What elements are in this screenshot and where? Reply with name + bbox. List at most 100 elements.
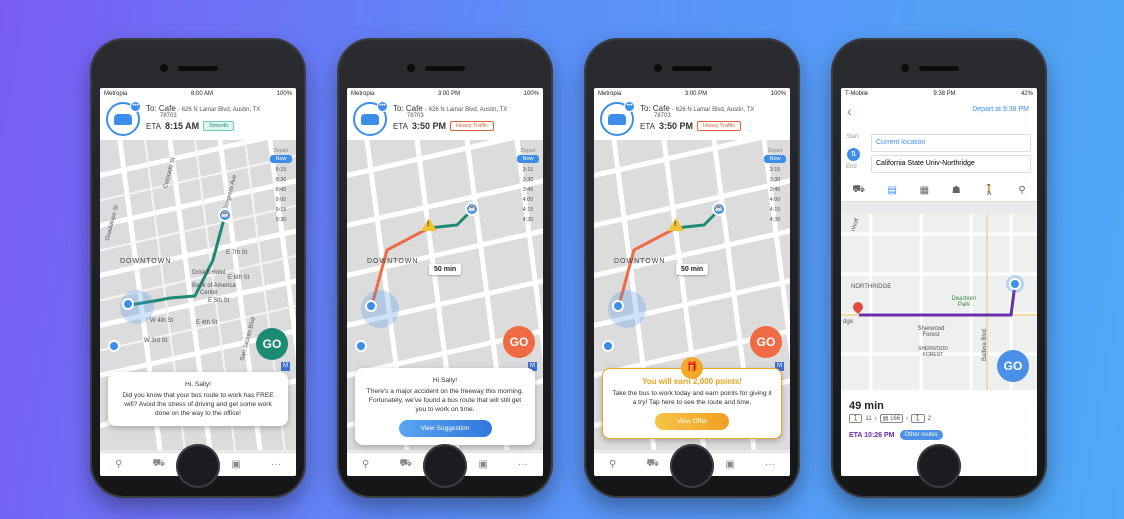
- time-slot[interactable]: 9:00: [270, 195, 292, 205]
- departure-timeline[interactable]: Depart Now 3:15 3:30 3:45 4:00 4:15 4:30: [764, 148, 786, 225]
- card-greeting: Hi Sally!: [432, 377, 458, 384]
- vehicle-avatar[interactable]: •••: [600, 101, 635, 136]
- metro-icon: M: [281, 362, 290, 371]
- now-slot[interactable]: Now: [764, 155, 786, 163]
- time-slot[interactable]: 8:30: [270, 175, 292, 185]
- current-location-icon[interactable]: [1009, 278, 1021, 290]
- more-icon[interactable]: ···: [765, 459, 775, 470]
- end-label: End: [846, 164, 857, 170]
- map-label: W 3rd St: [144, 338, 168, 344]
- duration-label: 50 min: [429, 264, 462, 275]
- speaker: [919, 66, 959, 71]
- coffee-pin-icon[interactable]: ☕: [218, 208, 232, 222]
- go-button[interactable]: GO: [256, 328, 288, 360]
- trip-header: ••• To: Cafe - 626 N Lamar Blvd, Austin,…: [100, 100, 296, 140]
- time-slot[interactable]: 4:30: [764, 215, 786, 225]
- car-pin-icon[interactable]: [122, 298, 134, 310]
- time-slot[interactable]: 4:00: [764, 195, 786, 205]
- now-slot[interactable]: Now: [517, 155, 539, 163]
- compass-icon[interactable]: [108, 340, 120, 352]
- travel-mode-bar: ⛟ ▤ ▦ ☗ 🚶 ⚲: [841, 180, 1037, 202]
- car-icon[interactable]: ⛟: [152, 458, 165, 471]
- more-icon[interactable]: •••: [624, 101, 635, 112]
- time-slot[interactable]: 3:45: [764, 185, 786, 195]
- search-icon[interactable]: ⚲: [609, 459, 616, 470]
- other-routes-button[interactable]: Other routes: [899, 430, 943, 440]
- car-pin-icon[interactable]: [365, 300, 377, 312]
- car-pin-icon[interactable]: [612, 300, 624, 312]
- message-card[interactable]: Hi Sally! There's a major accident on th…: [355, 368, 535, 445]
- more-icon[interactable]: •••: [130, 101, 141, 112]
- home-button[interactable]: [917, 444, 961, 488]
- bike-mode-icon[interactable]: ⚲: [1018, 185, 1025, 196]
- more-icon[interactable]: ···: [518, 459, 528, 470]
- walk-mode-icon[interactable]: 🚶: [983, 185, 995, 196]
- view-suggestion-button[interactable]: View Suggestion: [398, 420, 492, 437]
- destination-zip: 78703: [654, 113, 671, 119]
- go-button[interactable]: GO: [503, 326, 535, 358]
- time-slot[interactable]: 3:30: [517, 175, 539, 185]
- bus-leg: ▤ 166: [879, 414, 904, 423]
- map-label: W 4th St: [150, 318, 174, 324]
- time-slot[interactable]: 4:15: [764, 205, 786, 215]
- car-icon[interactable]: ⛟: [399, 458, 412, 471]
- rideshare-mode-icon[interactable]: ☗: [952, 185, 961, 196]
- accident-warning-icon[interactable]: !: [421, 218, 437, 231]
- go-button[interactable]: GO: [750, 326, 782, 358]
- home-button[interactable]: [670, 444, 714, 488]
- time-slot[interactable]: 3:15: [517, 165, 539, 175]
- coffee-pin-icon[interactable]: ☕: [465, 202, 479, 216]
- accident-warning-icon[interactable]: !: [668, 218, 684, 231]
- end-field[interactable]: California State Univ-Northridge: [871, 155, 1031, 173]
- home-button[interactable]: [176, 444, 220, 488]
- bus-mode-icon[interactable]: ▤: [888, 185, 897, 196]
- reward-card[interactable]: 🎁 You will earn 2,000 points! Take the b…: [602, 357, 782, 439]
- car-icon[interactable]: ⛟: [646, 458, 659, 471]
- start-field[interactable]: Current location: [871, 134, 1031, 152]
- time-slot[interactable]: 3:45: [517, 185, 539, 195]
- status-bar: T-Mobile 9:38 PM 42%: [841, 88, 1037, 100]
- car-mode-icon[interactable]: ⛟: [852, 184, 865, 197]
- wallet-icon[interactable]: ▣: [725, 459, 734, 470]
- home-button[interactable]: [423, 444, 467, 488]
- search-icon[interactable]: ⚲: [115, 459, 122, 470]
- camera: [901, 64, 909, 72]
- compass-icon[interactable]: [602, 340, 614, 352]
- time-slot[interactable]: 4:30: [517, 215, 539, 225]
- vehicle-avatar[interactable]: •••: [106, 101, 141, 136]
- map-label: Dearborn Park: [951, 296, 977, 308]
- view-offer-button[interactable]: View Offer: [654, 413, 730, 430]
- time-slot[interactable]: 3:15: [764, 165, 786, 175]
- swap-icon[interactable]: ⇅: [847, 148, 860, 161]
- map-label: NORTHRIDGE: [851, 284, 892, 290]
- search-icon[interactable]: ⚲: [362, 459, 369, 470]
- car-icon: [361, 113, 379, 125]
- more-icon[interactable]: •••: [377, 101, 388, 112]
- time-slot[interactable]: 4:00: [517, 195, 539, 205]
- departure-timeline[interactable]: Depart Now 8:15 8:30 8:45 9:00 9:15 9:30: [270, 148, 292, 225]
- time-slot[interactable]: 8:15: [270, 165, 292, 175]
- time-slot[interactable]: 9:15: [270, 205, 292, 215]
- compass-icon[interactable]: [355, 340, 367, 352]
- camera: [407, 64, 415, 72]
- coffee-pin-icon[interactable]: ☕: [712, 202, 726, 216]
- wallet-icon[interactable]: ▣: [231, 459, 240, 470]
- vehicle-avatar[interactable]: •••: [353, 101, 388, 136]
- destination-zip: 78703: [160, 113, 177, 119]
- map-label: Driskill Hotel: [192, 270, 226, 276]
- depart-time-selector[interactable]: Depart at 9:38 PM: [972, 106, 1029, 113]
- more-icon[interactable]: ···: [271, 459, 281, 470]
- map[interactable]: nhoff NORTHRIDGE dge Sherwood Forest SHE…: [841, 214, 1037, 390]
- wallet-icon[interactable]: ▣: [478, 459, 487, 470]
- departure-timeline[interactable]: Depart Now 3:15 3:30 3:45 4:00 4:15 4:30: [517, 148, 539, 225]
- message-card[interactable]: Hi, Sally! Did you know that your bus ro…: [108, 372, 288, 426]
- trip-legs: 🚶 11 › ▤ 166 › 🚶 2: [849, 414, 1029, 423]
- train-mode-icon[interactable]: ▦: [920, 185, 929, 196]
- time-slot[interactable]: 3:30: [764, 175, 786, 185]
- back-chevron-icon[interactable]: ‹: [847, 103, 852, 119]
- now-slot[interactable]: Now: [270, 155, 292, 163]
- go-button[interactable]: GO: [997, 350, 1029, 382]
- time-slot[interactable]: 8:45: [270, 185, 292, 195]
- time-slot[interactable]: 4:15: [517, 205, 539, 215]
- time-slot[interactable]: 9:30: [270, 215, 292, 225]
